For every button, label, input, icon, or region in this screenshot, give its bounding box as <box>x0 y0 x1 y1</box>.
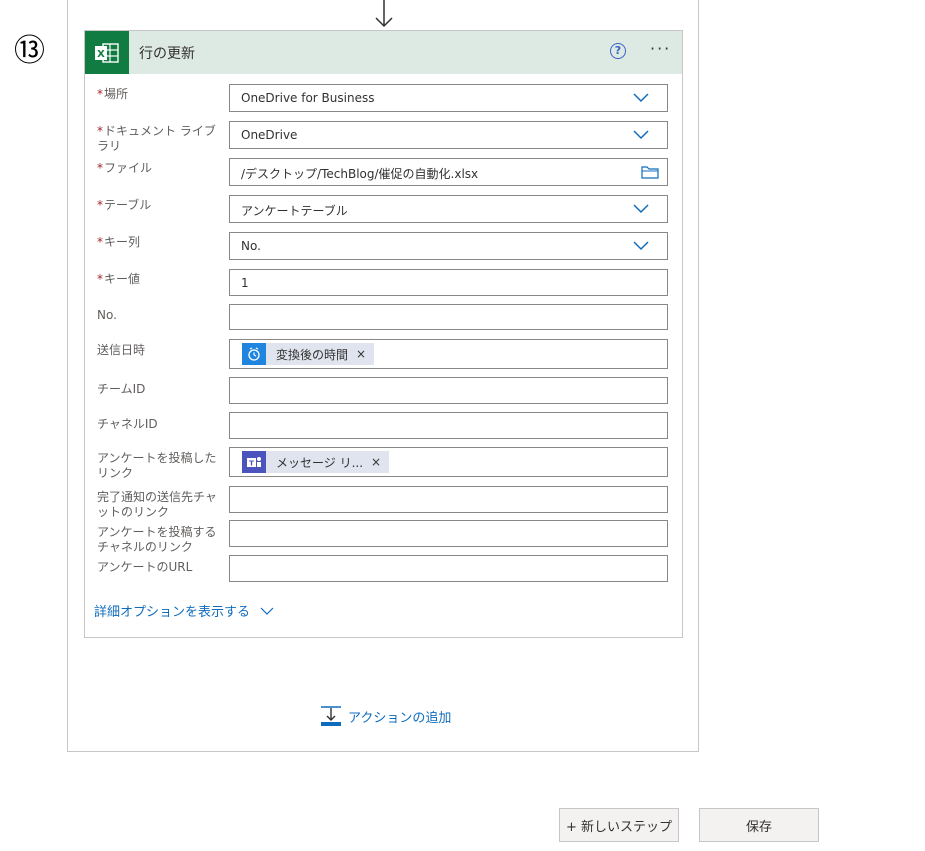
completion-chat-link-input[interactable] <box>229 486 668 513</box>
survey-url-label: アンケートのURL <box>97 560 193 574</box>
more-options-icon[interactable]: ··· <box>650 39 671 58</box>
location-label: *場所 <box>97 87 129 101</box>
key-value-value: 1 <box>241 276 249 290</box>
card-header[interactable]: X 行の更新 ? ··· <box>85 31 682 74</box>
chevron-down-icon <box>260 607 274 615</box>
token-label: メッセージ リ... <box>276 455 364 470</box>
key-value-input[interactable]: 1 <box>229 269 668 296</box>
show-advanced-options-link[interactable]: 詳細オプションを表示する <box>94 601 274 620</box>
file-label: *ファイル <box>97 161 153 175</box>
survey-url-input[interactable] <box>229 555 668 582</box>
chevron-down-icon <box>633 204 649 214</box>
channel-id-input[interactable] <box>229 412 668 439</box>
key-column-value: No. <box>241 239 261 253</box>
key-column-label: *キー列 <box>97 235 141 249</box>
completion-chat-link-label: 完了通知の送信先チャットのリンク <box>97 490 217 519</box>
team-id-input[interactable] <box>229 377 668 404</box>
save-button[interactable]: 保存 <box>699 808 819 842</box>
no-input[interactable] <box>229 304 668 330</box>
no-label: No. <box>97 308 117 322</box>
channel-id-label: チャネルID <box>97 417 158 431</box>
remove-token-icon[interactable]: × <box>356 347 366 361</box>
sent-datetime-input[interactable]: 変換後の時間 × <box>229 339 668 369</box>
svg-text:T: T <box>249 460 254 468</box>
dynamic-content-token[interactable]: T メッセージ リ... × <box>242 451 390 473</box>
location-value: OneDrive for Business <box>241 91 375 105</box>
remove-token-icon[interactable]: × <box>371 455 381 469</box>
team-id-label: チームID <box>97 382 146 396</box>
token-label: 変換後の時間 <box>276 347 349 362</box>
svg-text:X: X <box>97 49 105 60</box>
folder-icon[interactable] <box>641 166 659 179</box>
library-dropdown[interactable]: OneDrive <box>229 121 668 149</box>
survey-posted-link-input[interactable]: T メッセージ リ... × <box>229 447 668 477</box>
location-dropdown[interactable]: OneDrive for Business <box>229 84 668 112</box>
step-number: ⑬ <box>14 33 45 69</box>
excel-icon: X <box>85 31 129 74</box>
key-column-dropdown[interactable]: No. <box>229 232 668 260</box>
table-label: *テーブル <box>97 198 152 212</box>
file-picker[interactable]: /デスクトップ/TechBlog/催促の自動化.xlsx <box>229 158 668 186</box>
table-value: アンケートテーブル <box>241 204 348 218</box>
card-title: 行の更新 <box>139 46 195 62</box>
chevron-down-icon <box>633 130 649 140</box>
sent-datetime-label: 送信日時 <box>97 343 146 357</box>
add-action-label: アクションの追加 <box>348 710 452 726</box>
table-dropdown[interactable]: アンケートテーブル <box>229 195 668 223</box>
clock-icon <box>242 343 266 365</box>
arrow-down-icon <box>375 0 393 28</box>
chevron-down-icon <box>633 241 649 251</box>
new-step-button[interactable]: + 新しいステップ <box>559 808 679 842</box>
survey-posted-link-label: アンケートを投稿したリンク <box>97 451 217 480</box>
key-value-label: *キー値 <box>97 272 141 286</box>
help-icon[interactable]: ? <box>610 43 626 59</box>
dynamic-content-token[interactable]: 変換後の時間 × <box>242 343 375 365</box>
file-value: /デスクトップ/TechBlog/催促の自動化.xlsx <box>241 167 479 181</box>
chevron-down-icon <box>633 93 649 103</box>
library-label: *ドキュメント ライブラリ <box>97 124 216 153</box>
update-row-action-card: X 行の更新 ? ··· *場所 OneDrive for Business *… <box>84 30 683 638</box>
library-value: OneDrive <box>241 128 298 142</box>
teams-icon: T <box>242 451 266 473</box>
survey-channel-link-input[interactable] <box>229 520 668 547</box>
add-action-link[interactable]: アクションの追加 <box>320 705 451 727</box>
survey-channel-link-label: アンケートを投稿するチャネルのリンク <box>97 525 217 554</box>
add-action-icon <box>321 706 341 726</box>
